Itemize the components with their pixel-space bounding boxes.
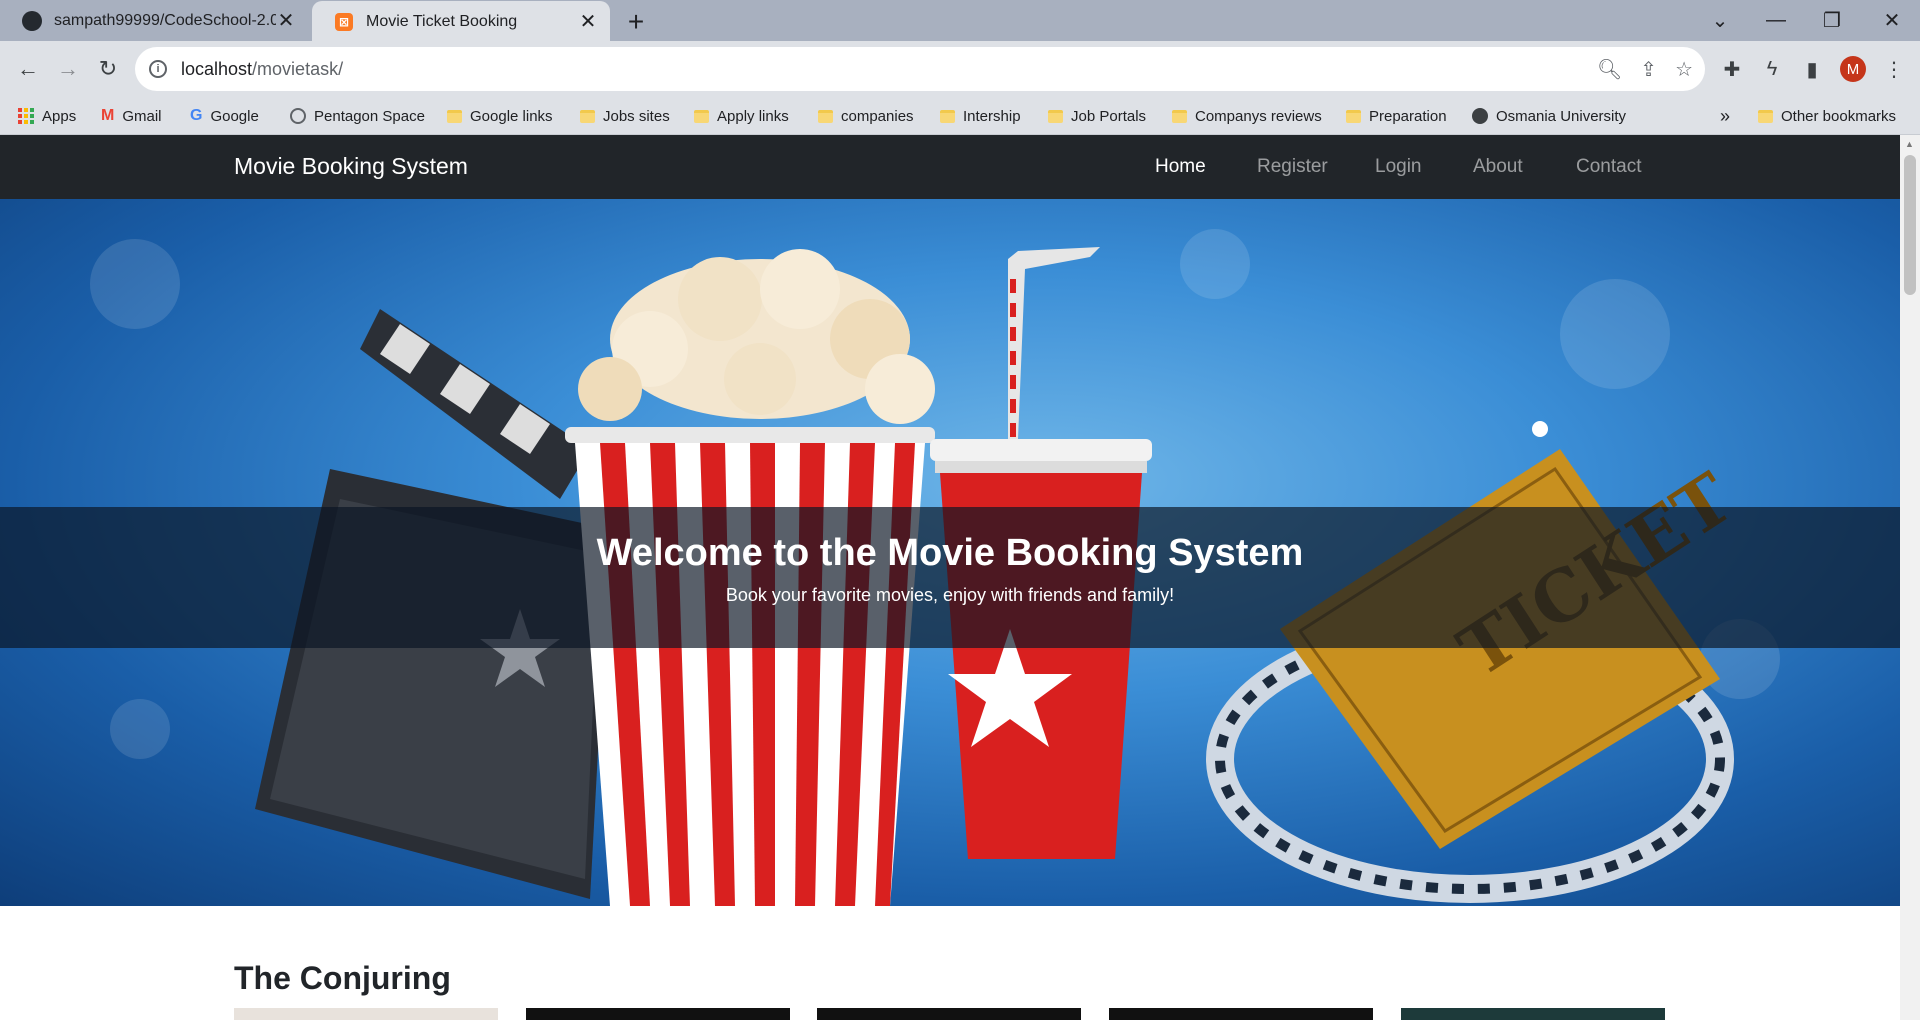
bookmark-preparation[interactable]: Preparation xyxy=(1346,104,1447,128)
bookmark-label: Job Portals xyxy=(1071,107,1147,125)
folder-icon xyxy=(940,109,955,123)
tab-title: Movie Ticket Booking xyxy=(366,12,518,30)
bookmarks-bar: Apps M Gmail G Google Pentagon Space Goo… xyxy=(0,97,1920,135)
bookmark-other-bookmarks[interactable]: Other bookmarks xyxy=(1758,104,1896,128)
folder-icon xyxy=(1172,109,1187,123)
movie-thumbnail[interactable] xyxy=(817,1008,1081,1020)
minimize-button[interactable]: — xyxy=(1748,0,1804,41)
bookmark-label: Other bookmarks xyxy=(1781,107,1897,125)
bookmark-companys-reviews[interactable]: Companys reviews xyxy=(1172,104,1322,128)
apps-grid-icon xyxy=(18,108,34,124)
extensions-icon[interactable]: ✚ xyxy=(1720,57,1744,81)
hero-caption-band xyxy=(0,507,1900,648)
site-navbar: Movie Booking System Home Register Login… xyxy=(0,135,1900,199)
folder-icon xyxy=(447,109,462,123)
movie-thumbnail[interactable] xyxy=(526,1008,790,1020)
github-icon xyxy=(22,10,42,31)
folder-icon xyxy=(580,109,595,123)
close-icon[interactable]: ✕ xyxy=(578,9,598,34)
address-bar[interactable]: i localhost/movietask/ 🔍︎ ⇪ ☆ xyxy=(135,47,1705,91)
close-icon[interactable]: ✕ xyxy=(276,8,296,33)
bookmark-star-icon[interactable]: ☆ xyxy=(1675,57,1693,82)
bookmark-job-portals[interactable]: Job Portals xyxy=(1048,104,1146,128)
nav-about[interactable]: About xyxy=(1473,156,1523,178)
browser-toolbar: ← → ↻ i localhost/movietask/ 🔍︎ ⇪ ☆ ✚ ϟ … xyxy=(0,41,1920,97)
browser-tab-strip: sampath99999/CodeSchool-2.0- ✕ ⊠ Movie T… xyxy=(0,0,1920,42)
bookmark-google[interactable]: G Google xyxy=(190,104,259,128)
new-tab-button[interactable]: + xyxy=(622,6,650,38)
url-host: localhost xyxy=(181,58,253,79)
bookmark-jobs-sites[interactable]: Jobs sites xyxy=(580,104,670,128)
bookmark-gmail[interactable]: M Gmail xyxy=(101,104,162,128)
tab-search-icon[interactable]: ⌄ xyxy=(1692,0,1748,41)
bookmark-companies[interactable]: companies xyxy=(818,104,914,128)
folder-icon xyxy=(694,109,709,123)
bookmark-osmania-university[interactable]: Osmania University xyxy=(1472,104,1626,128)
pentagon-space-icon xyxy=(290,108,306,124)
reload-button[interactable]: ↻ xyxy=(88,49,128,89)
bookmark-label: Gmail xyxy=(122,107,162,125)
hero-banner: TICKET Welcome to the Movie Booking Syst… xyxy=(0,199,1900,906)
close-window-button[interactable]: ✕ xyxy=(1864,0,1920,41)
bookmark-pentagon-space[interactable]: Pentagon Space xyxy=(290,104,425,128)
back-button[interactable]: ← xyxy=(8,49,48,89)
folder-icon xyxy=(1346,109,1361,123)
nav-register[interactable]: Register xyxy=(1257,156,1328,178)
bookmark-label: companies xyxy=(841,107,914,125)
nav-contact[interactable]: Contact xyxy=(1576,156,1641,178)
page-scrollbar[interactable]: ▲ xyxy=(1900,135,1920,1020)
site-brand[interactable]: Movie Booking System xyxy=(234,153,468,180)
bookmarks-overflow-button[interactable]: » xyxy=(1720,104,1730,128)
menu-kebab-icon[interactable]: ⋮ xyxy=(1882,57,1906,81)
nav-home[interactable]: Home xyxy=(1155,156,1206,178)
bookmark-label: Pentagon Space xyxy=(314,107,425,125)
omnibox-actions: 🔍︎ ⇪ ☆ xyxy=(1597,47,1693,91)
extension-bolt-icon[interactable]: ϟ xyxy=(1760,57,1784,81)
side-panel-icon[interactable]: ▮ xyxy=(1800,57,1824,81)
bookmark-apps[interactable]: Apps xyxy=(18,104,76,128)
bookmark-label: Apply links xyxy=(717,107,789,125)
share-icon[interactable]: ⇪ xyxy=(1640,57,1657,82)
movie-thumbnail[interactable] xyxy=(1401,1008,1665,1020)
bookmark-label: Preparation xyxy=(1369,107,1447,125)
scrollbar-thumb[interactable] xyxy=(1904,155,1916,295)
tab-movie-ticket-booking[interactable]: ⊠ Movie Ticket Booking ✕ xyxy=(312,1,610,42)
restore-button[interactable]: ❐ xyxy=(1804,0,1860,41)
tab-github[interactable]: sampath99999/CodeSchool-2.0- ✕ xyxy=(0,0,308,41)
hero-subtitle: Book your favorite movies, enjoy with fr… xyxy=(725,585,1175,605)
url-path: /movietask/ xyxy=(252,58,344,79)
url-text: localhost/movietask/ xyxy=(181,59,343,80)
gmail-icon: M xyxy=(101,107,115,124)
bookmark-label: Google links xyxy=(470,107,553,125)
xampp-icon: ⊠ xyxy=(334,12,354,32)
zoom-icon[interactable]: 🔍︎ xyxy=(1597,57,1622,82)
section-title: The Conjuring xyxy=(234,960,451,996)
movie-thumbnail[interactable] xyxy=(1109,1008,1373,1020)
bookmark-label: Jobs sites xyxy=(603,107,670,125)
bookmark-intership[interactable]: Intership xyxy=(940,104,1021,128)
globe-icon xyxy=(1472,108,1488,124)
folder-icon xyxy=(1048,109,1063,123)
forward-button[interactable]: → xyxy=(48,49,88,89)
bookmark-label: Intership xyxy=(963,107,1021,125)
bookmark-google-links[interactable]: Google links xyxy=(447,104,553,128)
site-info-icon[interactable]: i xyxy=(149,60,167,78)
bookmark-apply-links[interactable]: Apply links xyxy=(694,104,789,128)
hero-title: Welcome to the Movie Booking System xyxy=(596,532,1304,574)
folder-icon xyxy=(1758,109,1773,123)
scroll-up-icon[interactable]: ▲ xyxy=(1905,139,1914,149)
google-icon: G xyxy=(190,107,203,124)
movie-thumbnail[interactable] xyxy=(234,1008,498,1020)
bookmark-label: Google xyxy=(210,107,259,125)
nav-login[interactable]: Login xyxy=(1375,156,1422,178)
bookmark-label: Osmania University xyxy=(1496,107,1627,125)
bookmark-label: Apps xyxy=(42,107,77,125)
profile-avatar[interactable]: M xyxy=(1840,56,1866,82)
folder-icon xyxy=(818,109,833,123)
bookmark-label: Companys reviews xyxy=(1195,107,1322,125)
tab-title: sampath99999/CodeSchool-2.0- xyxy=(54,11,276,29)
